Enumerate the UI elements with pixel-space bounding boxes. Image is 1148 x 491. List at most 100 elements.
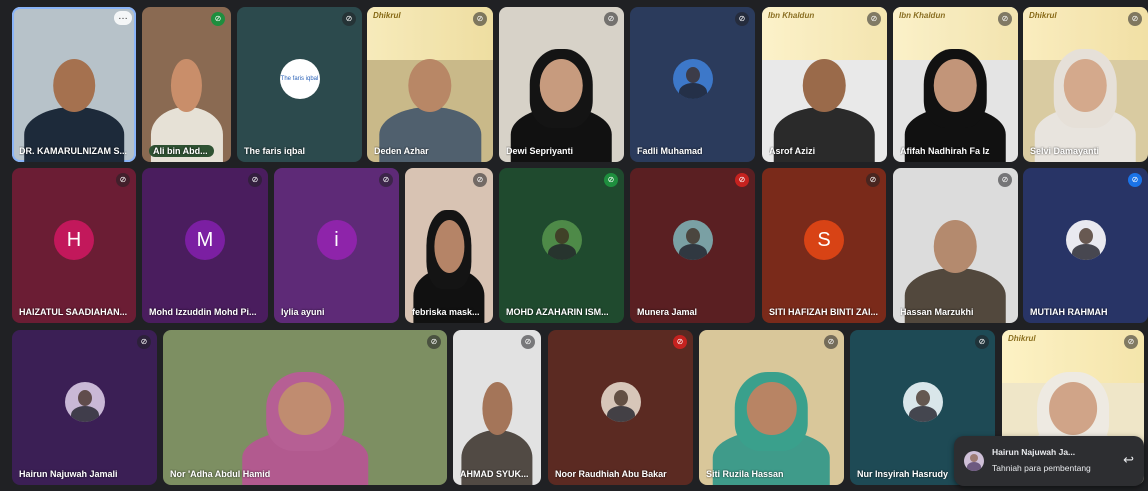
participant-face	[408, 59, 452, 112]
profile-photo	[1065, 219, 1106, 260]
participant-name: Afifah Nadhirah Fa Iz	[900, 146, 990, 156]
participant-tile[interactable]: ⊘ Siti Ruzila Hassan	[699, 330, 844, 485]
mic-muted-icon: ⊘	[735, 12, 749, 26]
participant-tile[interactable]: H ⊘ HAIZATUL SAADIAHAN...	[12, 168, 136, 323]
mic-muted-icon: ⊘	[824, 335, 838, 349]
photo-silhouette	[77, 389, 92, 406]
participant-name: Hassan Marzukhi	[900, 307, 974, 317]
participant-video	[706, 353, 837, 485]
chat-notification[interactable]: Hairun Najuwah Ja... Tahniah para pemben…	[954, 436, 1144, 486]
participant-name: Munera Jamal	[637, 307, 698, 317]
channel-logo: The faris iqbal	[279, 58, 320, 99]
mic-muted-icon: ⊘	[735, 173, 749, 187]
participant-video	[409, 191, 488, 323]
participant-face	[433, 220, 465, 273]
mic-muted-icon: ⊘	[1128, 12, 1142, 26]
participant-video	[18, 30, 130, 162]
participant-video	[373, 30, 486, 162]
participant-face	[481, 382, 513, 435]
participant-video	[768, 30, 881, 162]
participant-name: Iylia ayuni	[281, 307, 325, 317]
participant-face	[934, 59, 977, 112]
participant-name: DR. KAMARULNIZAM S...	[19, 146, 127, 156]
mic-muted-icon: ⊘	[673, 335, 687, 349]
participant-tile[interactable]: ⊘ MUTIAH RAHMAH	[1023, 168, 1148, 323]
profile-photo	[600, 381, 641, 422]
mic-muted-icon: ⊘	[211, 12, 225, 26]
photo-shoulders	[1071, 243, 1100, 260]
profile-photo	[541, 219, 582, 260]
photo-silhouette	[1078, 227, 1093, 244]
participant-tile[interactable]: ⊘ Noor Raudhiah Abu Bakar	[548, 330, 693, 485]
more-options-icon[interactable]: …	[114, 11, 132, 25]
mic-muted-icon: ⊘	[604, 173, 618, 187]
participant-name: AHMAD SYUK...	[460, 469, 529, 479]
photo-silhouette	[685, 227, 700, 244]
mic-muted-icon: ⊘	[604, 12, 618, 26]
profile-photo	[64, 381, 105, 422]
participant-face	[803, 59, 846, 112]
banner-text: Dhikrul	[1029, 11, 1057, 20]
participant-tile[interactable]: ⊘ Ali bin Abd...	[142, 7, 231, 162]
participant-name: SITI HAFIZAH BINTI ZAI...	[769, 307, 878, 317]
mic-muted-icon: ⊘	[116, 173, 130, 187]
photo-shoulders	[547, 243, 576, 260]
participant-video	[899, 30, 1012, 162]
participant-tile[interactable]: ⊘ MOHD AZAHARIN ISM...	[499, 168, 624, 323]
reply-arrow-icon[interactable]: ↩	[1123, 452, 1134, 468]
mic-muted-icon: ⊘	[867, 12, 881, 26]
participant-tile[interactable]: ⊘ Hairun Najuwah Jamali	[12, 330, 157, 485]
mic-muted-icon: ⊘	[998, 12, 1012, 26]
participant-name: Deden Azhar	[374, 146, 429, 156]
participant-tile[interactable]: i ⊘ Iylia ayuni	[274, 168, 399, 323]
mic-muted-icon: ⊘	[342, 12, 356, 26]
letter-avatar: i	[316, 219, 357, 260]
photo-silhouette	[613, 389, 628, 406]
participant-name: The faris iqbal	[244, 146, 306, 156]
participant-tile[interactable]: Dhikrul ⊘ Selvi Damayanti	[1023, 7, 1148, 162]
mic-muted-icon: ⊘	[137, 335, 151, 349]
profile-photo	[672, 58, 713, 99]
participant-tile[interactable]: ⊘ Dewi Sepriyanti	[499, 7, 624, 162]
mic-muted-icon: ⊘	[427, 335, 441, 349]
participant-tile[interactable]: ⊘ febriska mask...	[405, 168, 493, 323]
sender-avatar	[964, 451, 984, 471]
mic-muted-icon: ⊘	[1124, 335, 1138, 349]
participant-name: Nor 'Adha Abdul Hamid	[170, 469, 271, 479]
participant-tile[interactable]: ⊘ Nor 'Adha Abdul Hamid	[163, 330, 447, 485]
participant-tile[interactable]: ⊘ Fadli Muhamad	[630, 7, 755, 162]
participant-name: Noor Raudhiah Abu Bakar	[555, 469, 667, 479]
participant-face	[278, 382, 332, 435]
participant-tile[interactable]: S ⊘ SITI HAFIZAH BINTI ZAI...	[762, 168, 886, 323]
participant-name: Mohd Izzuddin Mohd Pi...	[149, 307, 257, 317]
participant-name: Ali bin Abd...	[149, 145, 214, 157]
participant-tile[interactable]: Ibn Khaldun ⊘ Afifah Nadhirah Fa Iz	[893, 7, 1018, 162]
participant-name: MOHD AZAHARIN ISM...	[506, 307, 609, 317]
participant-tile[interactable]: ⊘ AHMAD SYUK...	[453, 330, 541, 485]
mic-muted-icon: ⊘	[1128, 173, 1142, 187]
participant-face	[746, 382, 797, 435]
participant-tile[interactable]: Dhikrul ⊘ Deden Azhar	[367, 7, 493, 162]
participant-name: Nur Insyirah Hasrudy	[857, 469, 949, 479]
participant-face	[934, 220, 977, 273]
participant-video	[235, 353, 375, 485]
photo-silhouette	[554, 227, 569, 244]
participant-name: HAIZATUL SAADIAHAN...	[19, 307, 128, 317]
participant-name: Selvi Damayanti	[1030, 146, 1100, 156]
photo-silhouette	[685, 66, 700, 83]
participant-tile[interactable]: ⊘ Hassan Marzukhi	[893, 168, 1018, 323]
participant-tile[interactable]: The faris iqbal ⊘ The faris iqbal	[237, 7, 362, 162]
profile-photo	[902, 381, 943, 422]
letter-avatar: S	[804, 219, 844, 260]
participant-name: Fadli Muhamad	[637, 146, 703, 156]
participant-tile[interactable]: ⊘ Munera Jamal	[630, 168, 755, 323]
mic-muted-icon: ⊘	[473, 173, 487, 187]
banner-text: Dhikrul	[373, 11, 401, 20]
participant-tile[interactable]: … DR. KAMARULNIZAM S...	[12, 7, 136, 162]
participant-face	[540, 59, 583, 112]
mic-muted-icon: ⊘	[998, 173, 1012, 187]
photo-shoulders	[908, 405, 937, 422]
participant-tile[interactable]: M ⊘ Mohd Izzuddin Mohd Pi...	[142, 168, 268, 323]
banner-text: Ibn Khaldun	[768, 11, 815, 20]
participant-tile[interactable]: Ibn Khaldun ⊘ Asrof Azizi	[762, 7, 887, 162]
